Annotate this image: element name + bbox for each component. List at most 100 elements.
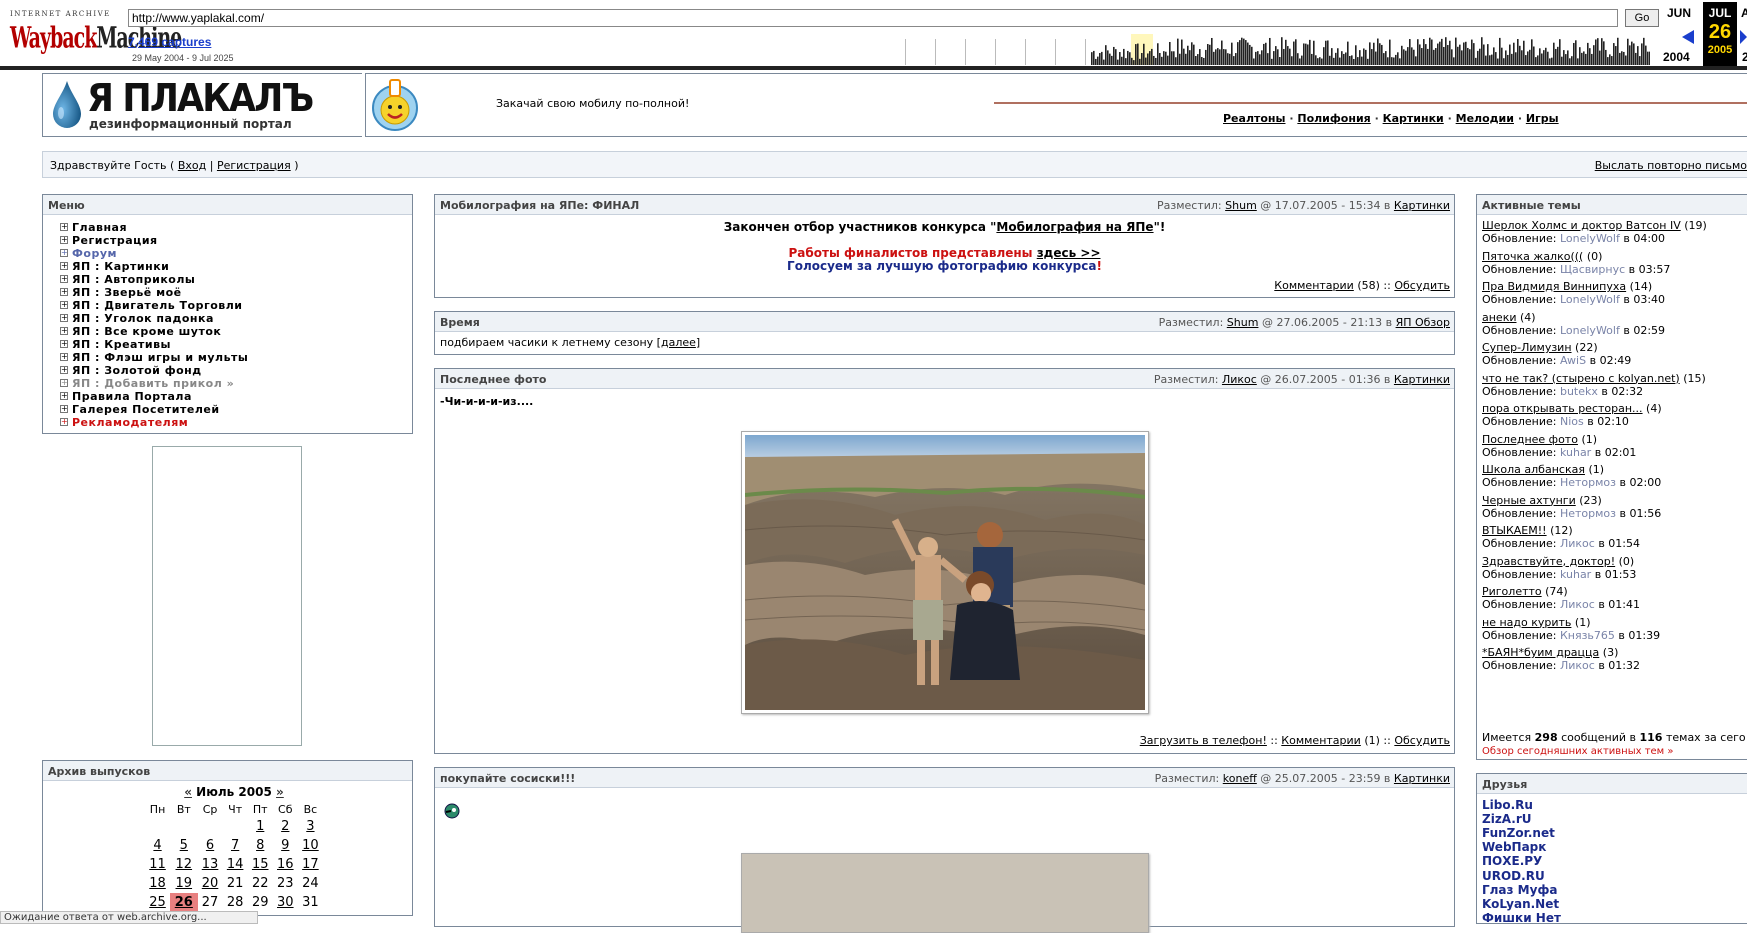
active-topic-link[interactable]: Здравствуйте, доктор! [1482, 555, 1615, 568]
calendar-day[interactable]: 4 [145, 836, 170, 855]
friend-link[interactable]: Фишки Нет [1482, 911, 1561, 925]
calendar-day[interactable]: 14 [223, 855, 248, 874]
calendar-day[interactable]: 15 [248, 855, 273, 874]
discuss-link[interactable]: Обсудить [1394, 734, 1450, 747]
friend-link[interactable]: ПОХЕ.РУ [1482, 854, 1542, 868]
active-topic-user[interactable]: butekx [1560, 385, 1598, 398]
register-link[interactable]: Регистрация [217, 159, 291, 172]
active-topic-link[interactable]: не надо курить [1482, 616, 1571, 629]
contest-link[interactable]: Мобилография на ЯПе [996, 220, 1153, 234]
friend-link[interactable]: UROD.RU [1482, 869, 1545, 883]
active-topic-user[interactable]: Ликос [1560, 659, 1595, 672]
calendar-day[interactable]: 30 [273, 893, 298, 912]
menu-item-add-joke[interactable]: + ЯП : Добавить прикол » [60, 377, 412, 390]
menu-item-auto[interactable]: + ЯП : Автоприколы [60, 273, 412, 286]
friend-link[interactable]: Libo.Ru [1482, 798, 1533, 812]
active-topic-link[interactable]: анеки [1482, 311, 1517, 324]
upload-to-phone-link[interactable]: Загрузить в телефон! [1140, 734, 1267, 747]
active-topic-user[interactable]: LonelyWolf [1560, 324, 1620, 337]
comments-link[interactable]: Комментарии [1274, 279, 1354, 292]
wayback-go-button[interactable]: Go [1625, 9, 1659, 27]
side-banner[interactable] [152, 446, 302, 746]
active-topic-user[interactable]: kuhar [1560, 568, 1591, 581]
calendar-day[interactable]: 2 [273, 817, 298, 836]
calendar-prev[interactable]: « [184, 785, 192, 799]
calendar-day[interactable]: 10 [298, 836, 323, 855]
menu-item-forum[interactable]: + Форум [60, 247, 412, 260]
calendar-day[interactable]: 11 [145, 855, 170, 874]
menu-item-serious[interactable]: + ЯП : Все кроме шуток [60, 325, 412, 338]
calendar-day[interactable]: 8 [248, 836, 273, 855]
menu-item-animals[interactable]: + ЯП : Зверьё моё [60, 286, 412, 299]
calendar-day[interactable]: 12 [170, 855, 197, 874]
calendar-day[interactable]: 18 [145, 874, 170, 893]
active-topic-link[interactable]: Пра Видмидя Виннипуха [1482, 280, 1626, 293]
active-topic-user[interactable]: Нетормоз [1560, 507, 1616, 520]
ad-link-games[interactable]: Игры [1526, 112, 1559, 125]
active-topic-user[interactable]: LonelyWolf [1560, 232, 1620, 245]
login-link[interactable]: Вход [178, 159, 206, 172]
menu-item-gold[interactable]: + ЯП : Золотой фонд [60, 364, 412, 377]
menu-item-advertisers[interactable]: + Рекламодателям [60, 416, 412, 429]
post-category[interactable]: Картинки [1394, 772, 1450, 785]
wayback-next-year[interactable]: 2 [1742, 50, 1747, 64]
menu-item-register[interactable]: + Регистрация [60, 234, 412, 247]
calendar-day[interactable]: 17 [298, 855, 323, 874]
active-topic-link[interactable]: ВТЫКАЕМ!! [1482, 524, 1547, 537]
wayback-capture-sparkline[interactable] [905, 34, 1650, 65]
post-category[interactable]: Картинки [1394, 373, 1450, 386]
active-topic-user[interactable]: AwiS [1560, 354, 1586, 367]
post-author[interactable]: Shum [1225, 199, 1257, 212]
ad-link-realtones[interactable]: Реалтоны [1223, 112, 1285, 125]
active-topic-link[interactable]: Школа албанская [1482, 463, 1585, 476]
wayback-next-month[interactable]: A [1741, 6, 1747, 20]
post-category[interactable]: Картинки [1394, 199, 1450, 212]
active-topic-link[interactable]: что не так? (стырено с kolyan.net) [1482, 372, 1680, 385]
calendar-day[interactable]: 26 [170, 893, 198, 912]
comments-link[interactable]: Комментарии [1281, 734, 1361, 747]
menu-item-pictures[interactable]: + ЯП : Картинки [60, 260, 412, 273]
calendar-next[interactable]: » [276, 785, 284, 799]
menu-item-ads[interactable]: + ЯП : Двигатель Торговли [60, 299, 412, 312]
active-topic-user[interactable]: Щасвирнус [1560, 263, 1625, 276]
active-topic-user[interactable]: Нетормоз [1560, 476, 1616, 489]
calendar-day[interactable]: 3 [298, 817, 323, 836]
menu-item-flash[interactable]: + ЯП : Флэш игры и мульты [60, 351, 412, 364]
active-topic-user[interactable]: Князь765 [1560, 629, 1615, 642]
canyon-photo[interactable] [741, 431, 1149, 714]
active-topic-link[interactable]: Риголетто [1482, 585, 1542, 598]
wayback-prev-month[interactable]: JUN [1667, 6, 1691, 20]
calendar-day[interactable]: 13 [198, 855, 223, 874]
active-topic-user[interactable]: Ликос [1560, 598, 1595, 611]
calendar-day[interactable]: 20 [198, 874, 223, 893]
calendar-day[interactable]: 16 [273, 855, 298, 874]
active-topic-link[interactable]: Черные ахтунги [1482, 494, 1576, 507]
active-topic-link[interactable]: Шерлок Холмс и доктор Ватсон IV [1482, 219, 1681, 232]
menu-item-rules[interactable]: + Правила Портала [60, 390, 412, 403]
active-topic-user[interactable]: Ликос [1560, 537, 1595, 550]
post-category[interactable]: ЯП Обзор [1396, 316, 1450, 329]
active-topic-link[interactable]: пора открывать ресторан... [1482, 402, 1643, 415]
calendar-day[interactable]: 19 [170, 874, 197, 893]
finalists-link[interactable]: здесь >> [1037, 246, 1101, 260]
menu-item-creative[interactable]: + ЯП : Креативы [60, 338, 412, 351]
active-topic-link[interactable]: Последнее фото [1482, 433, 1578, 446]
active-topic-link[interactable]: Супер-Лимузин [1482, 341, 1572, 354]
ad-link-melodies[interactable]: Мелодии [1456, 112, 1514, 125]
calendar-day[interactable]: 5 [170, 836, 197, 855]
today-active-link[interactable]: Обзор сегодняшних активных тем » [1482, 746, 1674, 757]
resend-email-link[interactable]: Выслать повторно письмо [1595, 159, 1747, 172]
menu-item-gallery[interactable]: + Галерея Посетителей [60, 403, 412, 416]
discuss-link[interactable]: Обсудить [1394, 279, 1450, 292]
active-topic-link[interactable]: Пяточка жалко((( [1482, 250, 1583, 263]
sausage-photo[interactable] [741, 853, 1149, 933]
wayback-prev-year[interactable]: 2004 [1663, 50, 1690, 64]
calendar-day[interactable]: 1 [248, 817, 273, 836]
menu-item-padonki[interactable]: + ЯП : Уголок падонка [60, 312, 412, 325]
active-topic-user[interactable]: LonelyWolf [1560, 293, 1620, 306]
active-topic-user[interactable]: Nios [1560, 415, 1584, 428]
smiley-phone-icon[interactable] [369, 76, 421, 134]
wayback-prev-capture-icon[interactable] [1682, 30, 1694, 44]
ad-link-pictures[interactable]: Картинки [1383, 112, 1444, 125]
more-link[interactable]: далее [661, 336, 696, 349]
